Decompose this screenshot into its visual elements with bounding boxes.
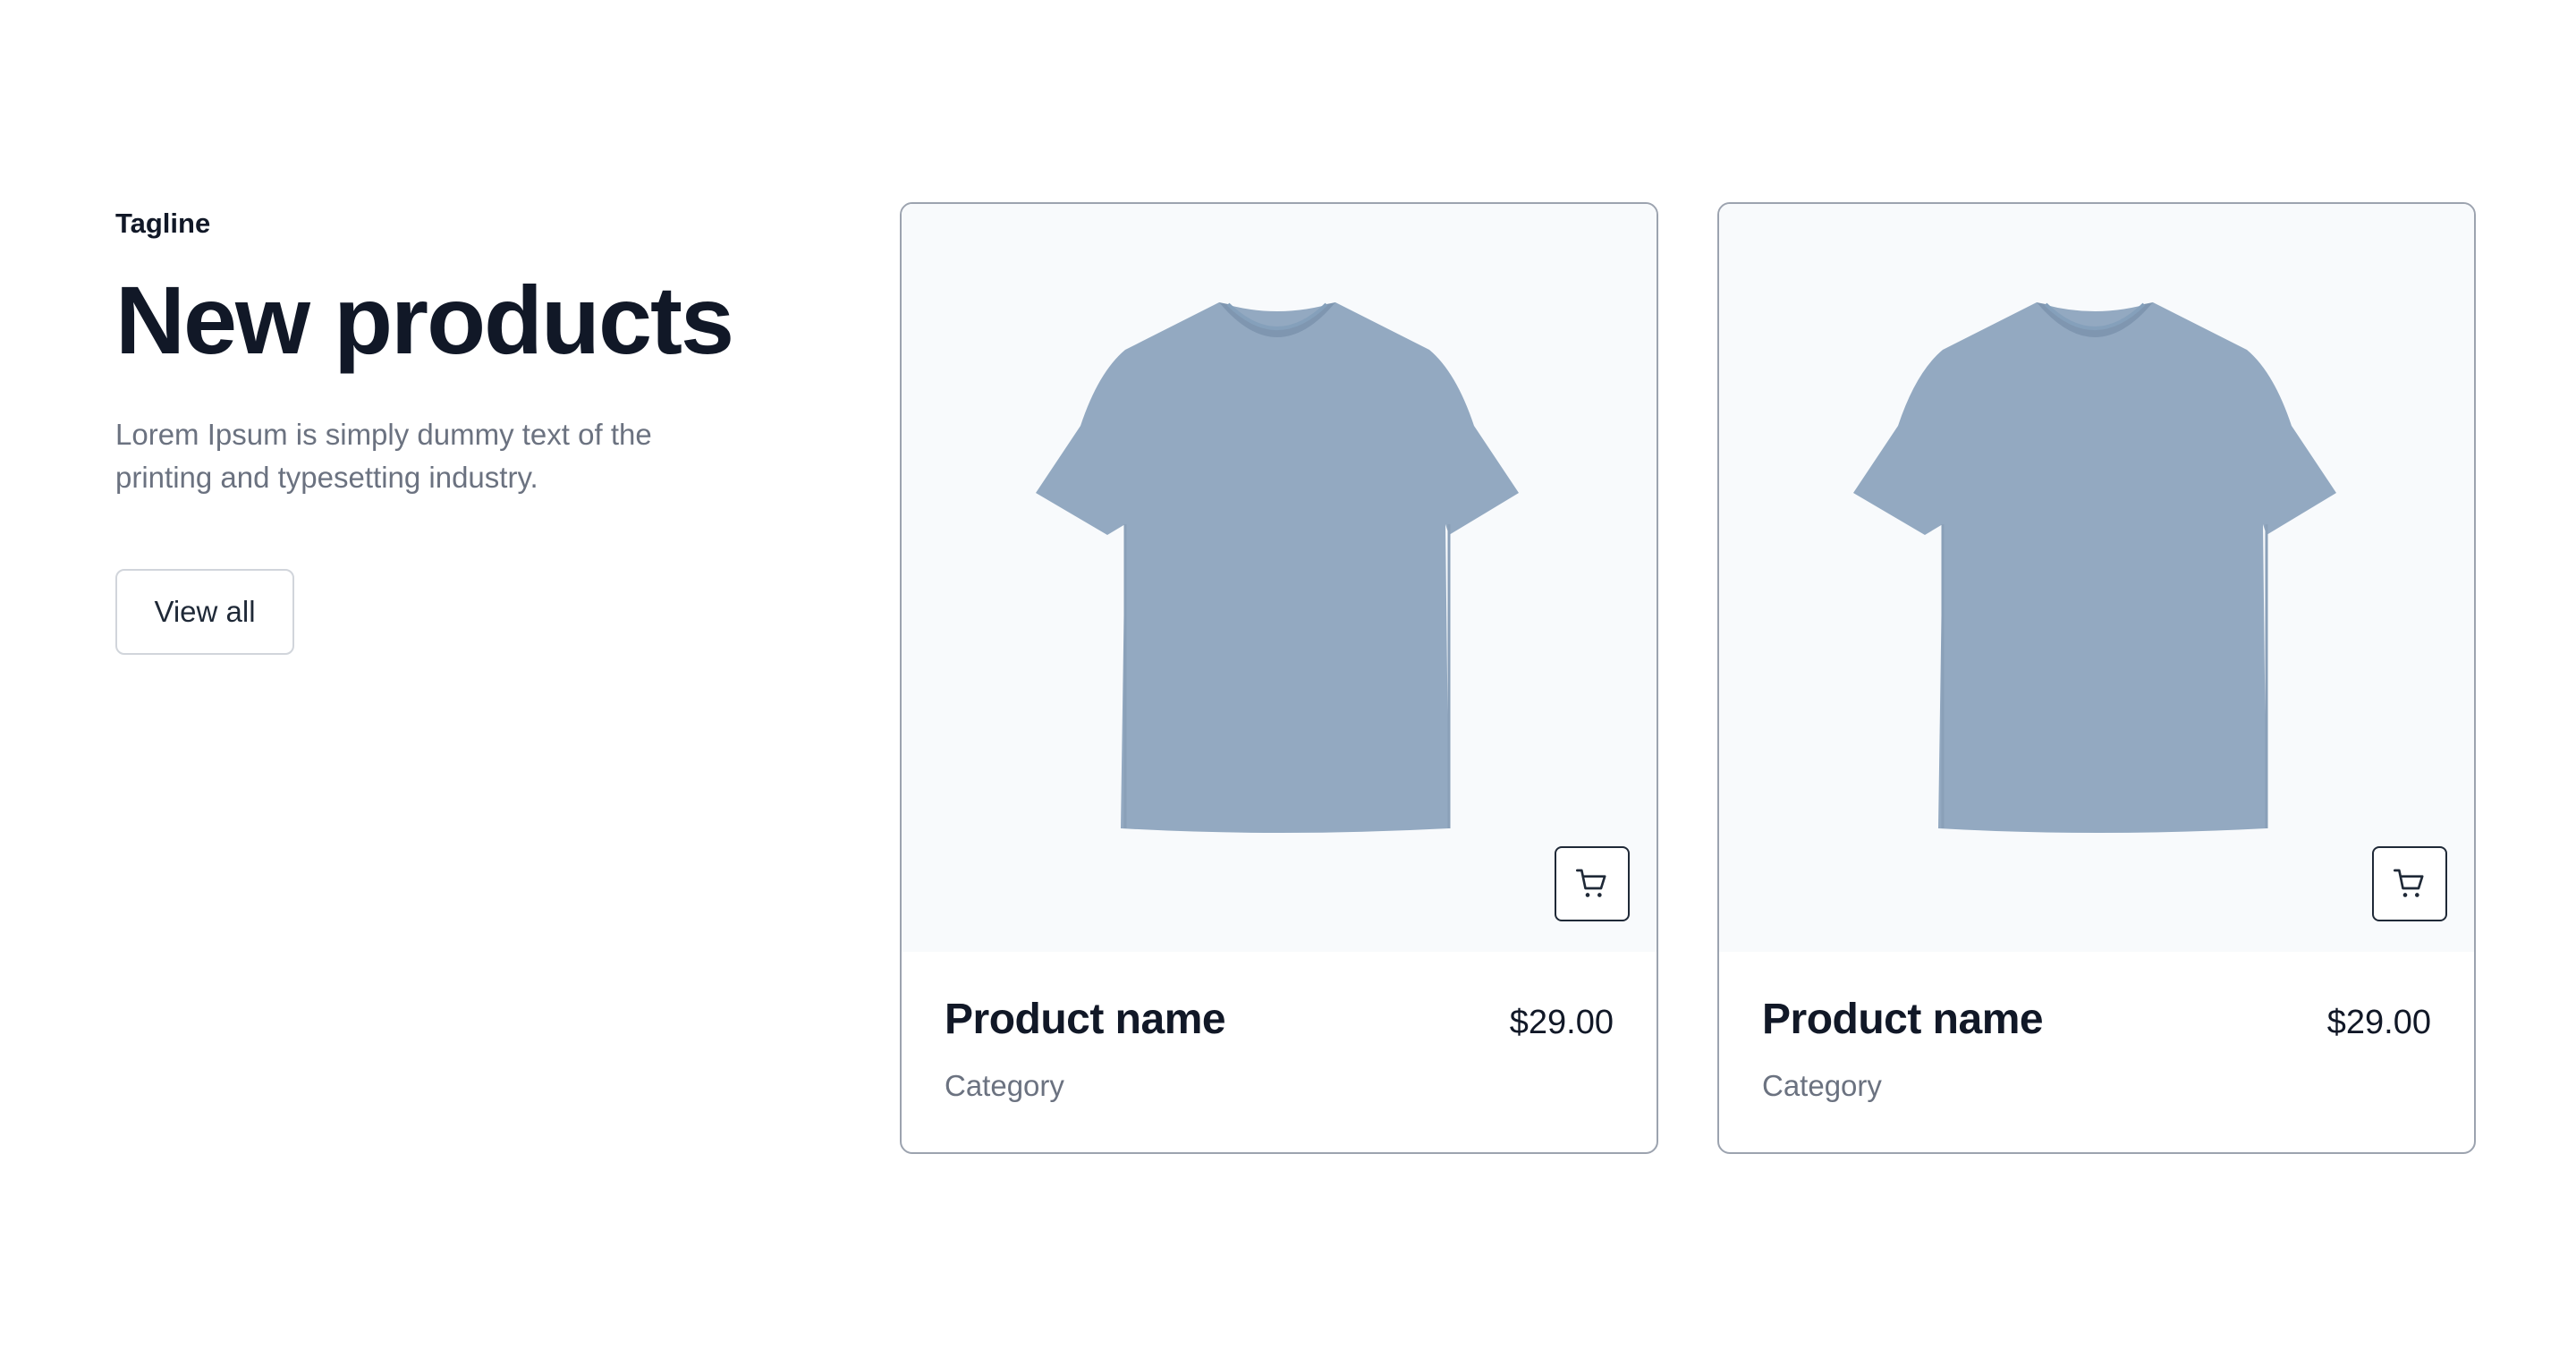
shopping-cart-icon xyxy=(2394,869,2424,897)
product-price: $29.00 xyxy=(1509,1004,1614,1041)
product-image-area[interactable] xyxy=(1719,204,2474,952)
view-all-button[interactable]: View all xyxy=(115,569,294,655)
product-name[interactable]: Product name xyxy=(945,995,1226,1044)
t-shirt-image xyxy=(1036,302,1519,833)
t-shirt-image xyxy=(1853,302,2336,833)
add-to-cart-button[interactable] xyxy=(2372,846,2447,921)
shopping-cart-icon xyxy=(1576,869,1606,897)
section-description: Lorem Ipsum is simply dummy text of the … xyxy=(115,418,652,494)
product-card[interactable]: Product name $29.00 Category xyxy=(1717,202,2476,1154)
section-intro: Tagline New products Lorem Ipsum is simp… xyxy=(115,202,741,655)
product-info: Product name $29.00 Category xyxy=(902,952,1657,1103)
product-category: Category xyxy=(1762,1069,1882,1102)
product-image-area[interactable] xyxy=(902,204,1657,952)
add-to-cart-button[interactable] xyxy=(1555,846,1630,921)
page-title: New products xyxy=(115,266,734,374)
product-info: Product name $29.00 Category xyxy=(1719,952,2474,1103)
product-card[interactable]: Product name $29.00 Category xyxy=(900,202,1658,1154)
product-name[interactable]: Product name xyxy=(1762,995,2044,1044)
tagline: Tagline xyxy=(115,208,211,239)
product-category: Category xyxy=(945,1069,1064,1102)
product-price: $29.00 xyxy=(2326,1004,2431,1041)
